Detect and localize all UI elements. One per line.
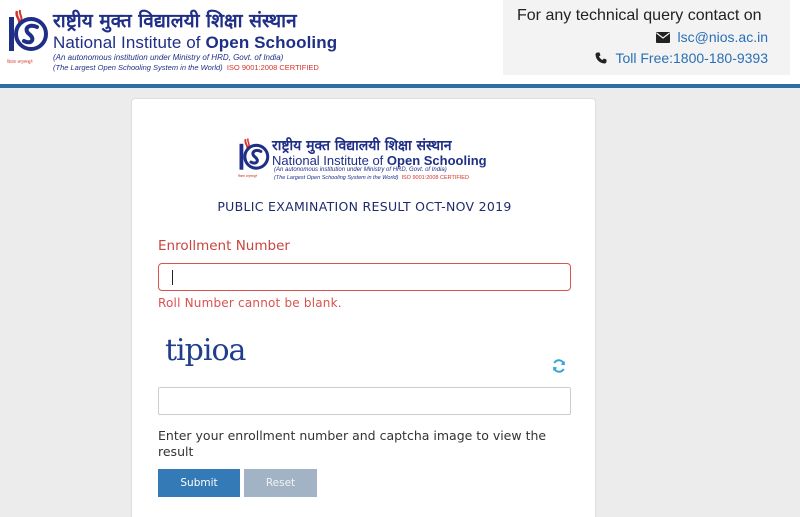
institute-tagline: (The Largest Open Schooling System in th… bbox=[274, 175, 469, 181]
contact-box: For any technical query contact on lsc@n… bbox=[503, 0, 790, 75]
emblem-tagline: विद्यया अमृतमश्नुते bbox=[7, 59, 33, 64]
card-nios-logo: विद्यया अमृतमश्नुते राष्ट्रीय मुक्त विद्… bbox=[238, 136, 498, 184]
text-cursor bbox=[172, 270, 173, 285]
instructions-text: Enter your enrollment number and captcha… bbox=[158, 428, 547, 459]
enrollment-error: Roll Number cannot be blank. bbox=[158, 296, 342, 310]
contact-email[interactable]: lsc@nios.ac.in bbox=[678, 29, 768, 45]
contact-email-row[interactable]: lsc@nios.ac.in bbox=[655, 29, 768, 45]
header-divider bbox=[0, 84, 800, 88]
envelope-icon bbox=[655, 31, 670, 43]
institute-english-name: National Institute of Open Schooling bbox=[53, 33, 338, 52]
phone-icon bbox=[595, 52, 607, 64]
contact-phone-row[interactable]: Toll Free:1800-180-9393 bbox=[595, 50, 768, 66]
result-form-card: विद्यया अमृतमश्नुते राष्ट्रीय मुक्त विद्… bbox=[131, 98, 596, 517]
page-title: PUBLIC EXAMINATION RESULT OCT-NOV 2019 bbox=[217, 199, 512, 214]
captcha-image: tipioa bbox=[165, 327, 265, 375]
institute-tagline: (The Largest Open Schooling System in th… bbox=[53, 63, 319, 72]
contact-title: For any technical query contact on bbox=[517, 7, 762, 24]
institute-subtitle: (An autonomous institution under Ministr… bbox=[274, 167, 447, 173]
institute-english-name: National Institute of Open Schooling bbox=[272, 153, 487, 168]
institute-subtitle: (An autonomous institution under Ministr… bbox=[53, 53, 284, 62]
reset-button[interactable]: Reset bbox=[244, 469, 317, 497]
submit-button[interactable]: Submit bbox=[158, 469, 240, 497]
enrollment-label: Enrollment Number bbox=[158, 238, 290, 254]
institute-hindi-name: राष्ट्रीय मुक्त विद्यालयी शिक्षा संस्थान bbox=[53, 10, 297, 32]
contact-phone[interactable]: Toll Free:1800-180-9393 bbox=[615, 50, 768, 66]
enrollment-input[interactable] bbox=[158, 263, 571, 291]
site-header: विद्यया अमृतमश्नुते राष्ट्रीय मुक्त विद्… bbox=[0, 0, 800, 84]
captcha-text: tipioa bbox=[165, 333, 246, 368]
nios-emblem-icon bbox=[239, 138, 270, 170]
refresh-icon[interactable] bbox=[551, 358, 567, 374]
nios-emblem-icon bbox=[9, 9, 48, 51]
nios-logo[interactable]: विद्यया अमृतमश्नुते राष्ट्रीय मुक्त विद्… bbox=[7, 7, 338, 72]
captcha-input[interactable] bbox=[158, 387, 571, 415]
emblem-tagline: विद्यया अमृतमश्नुते bbox=[238, 174, 258, 178]
